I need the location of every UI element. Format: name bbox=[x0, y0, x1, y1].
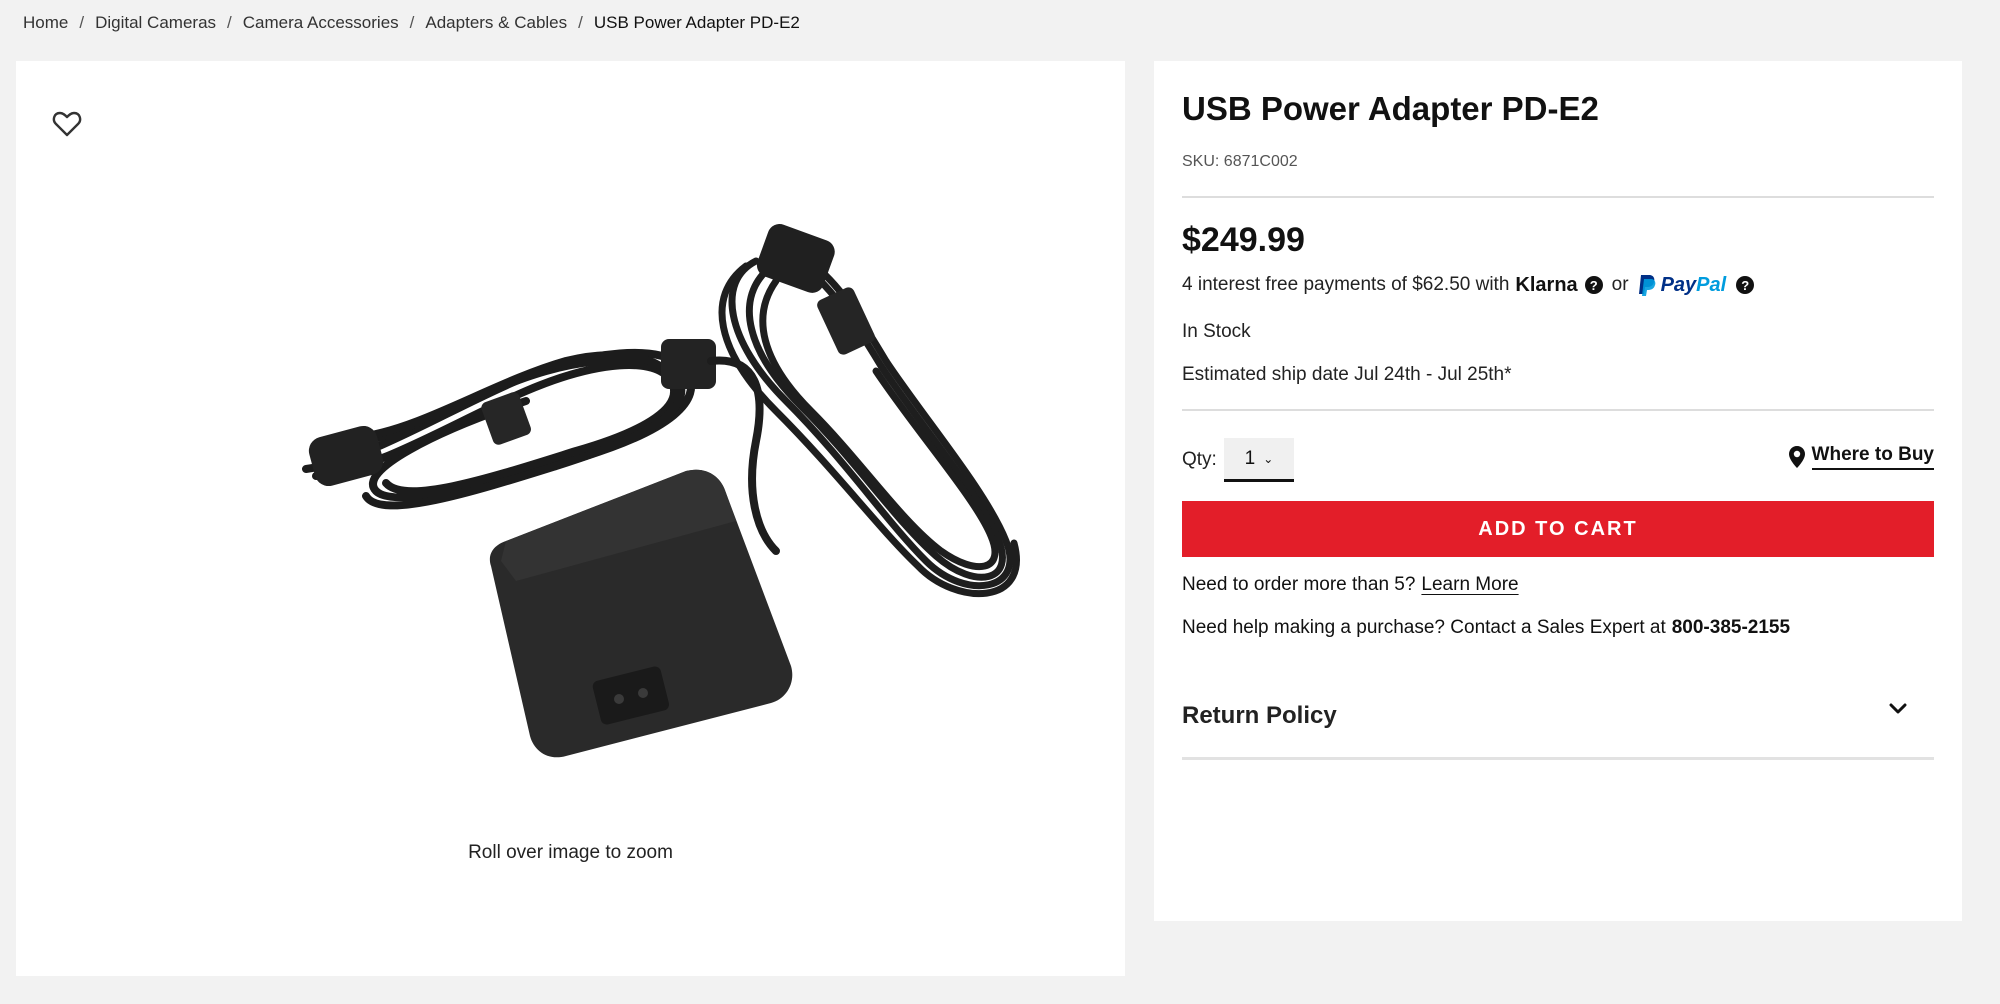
return-policy-accordion[interactable]: Return Policy bbox=[1182, 691, 1934, 751]
quantity-select[interactable]: 1 ⌄ bbox=[1224, 438, 1294, 482]
sales-phone[interactable]: 800-385-2155 bbox=[1672, 617, 1790, 638]
breadcrumb-separator: / bbox=[227, 13, 232, 32]
breadcrumb-home[interactable]: Home bbox=[23, 13, 68, 33]
qty-value: 1 bbox=[1244, 447, 1256, 469]
product-gallery: Roll over image to zoom bbox=[16, 61, 1125, 976]
paypal-pal: Pal bbox=[1696, 273, 1727, 296]
breadcrumb-separator: / bbox=[578, 13, 583, 32]
sales-help-text: Need help making a purchase? Contact a S… bbox=[1182, 617, 1666, 638]
learn-more-link[interactable]: Learn More bbox=[1421, 574, 1518, 595]
paypal-pay: Pay bbox=[1660, 273, 1697, 296]
or-text: or bbox=[1611, 274, 1629, 295]
where-to-buy-label: Where to Buy bbox=[1811, 444, 1934, 470]
product-sku: SKU: 6871C002 bbox=[1182, 153, 1298, 170]
stock-status: In Stock bbox=[1182, 321, 1251, 342]
quantity-row: Qty: 1 ⌄ Where to Buy bbox=[1182, 438, 1934, 484]
return-policy-label: Return Policy bbox=[1182, 702, 1337, 729]
map-pin-icon bbox=[1788, 446, 1805, 468]
breadcrumb-camera-accessories[interactable]: Camera Accessories bbox=[243, 13, 399, 33]
paypal-logo: PayPal bbox=[1637, 273, 1727, 297]
sales-help: Need help making a purchase? Contact a S… bbox=[1182, 617, 1790, 639]
klarna-help-icon[interactable]: ? bbox=[1584, 276, 1603, 294]
ship-date: Estimated ship date Jul 24th - Jul 25th* bbox=[1182, 364, 1512, 385]
paypal-help-icon[interactable]: ? bbox=[1736, 276, 1755, 294]
payment-options: 4 interest free payments of $62.50 with … bbox=[1182, 273, 1755, 297]
klarna-logo: Klarna bbox=[1515, 273, 1578, 296]
where-to-buy-link[interactable]: Where to Buy bbox=[1788, 444, 1934, 470]
breadcrumb-separator: / bbox=[409, 13, 415, 32]
qty-label: Qty: bbox=[1182, 449, 1217, 470]
heart-outline-icon[interactable] bbox=[52, 110, 82, 138]
zoom-hint: Roll over image to zoom bbox=[468, 842, 673, 863]
breadcrumb-adapters-cables[interactable]: Adapters & Cables bbox=[425, 13, 567, 33]
product-info-panel: USB Power Adapter PD-E2 SKU: 6871C002 $2… bbox=[1154, 61, 1962, 921]
product-image[interactable] bbox=[286, 221, 1056, 781]
product-price: $249.99 bbox=[1182, 221, 1305, 259]
installments-text: 4 interest free payments of $62.50 with bbox=[1182, 274, 1510, 295]
breadcrumb: Home / Digital Cameras / Camera Accessor… bbox=[23, 13, 800, 33]
chevron-down-icon: ⌄ bbox=[1263, 451, 1274, 466]
bulk-order-note: Need to order more than 5? Learn More bbox=[1182, 574, 1519, 596]
divider bbox=[1182, 757, 1934, 760]
paypal-p-icon bbox=[1638, 275, 1655, 296]
product-title: USB Power Adapter PD-E2 bbox=[1182, 90, 1599, 127]
divider bbox=[1182, 196, 1934, 198]
bulk-order-text: Need to order more than 5? bbox=[1182, 574, 1416, 595]
chevron-down-icon bbox=[1889, 703, 1907, 714]
divider bbox=[1182, 409, 1934, 411]
add-to-cart-button[interactable]: ADD TO CART bbox=[1182, 501, 1934, 557]
breadcrumb-current: USB Power Adapter PD-E2 bbox=[593, 13, 800, 32]
breadcrumb-digital-cameras[interactable]: Digital Cameras bbox=[95, 13, 216, 33]
breadcrumb-separator: / bbox=[79, 13, 85, 32]
